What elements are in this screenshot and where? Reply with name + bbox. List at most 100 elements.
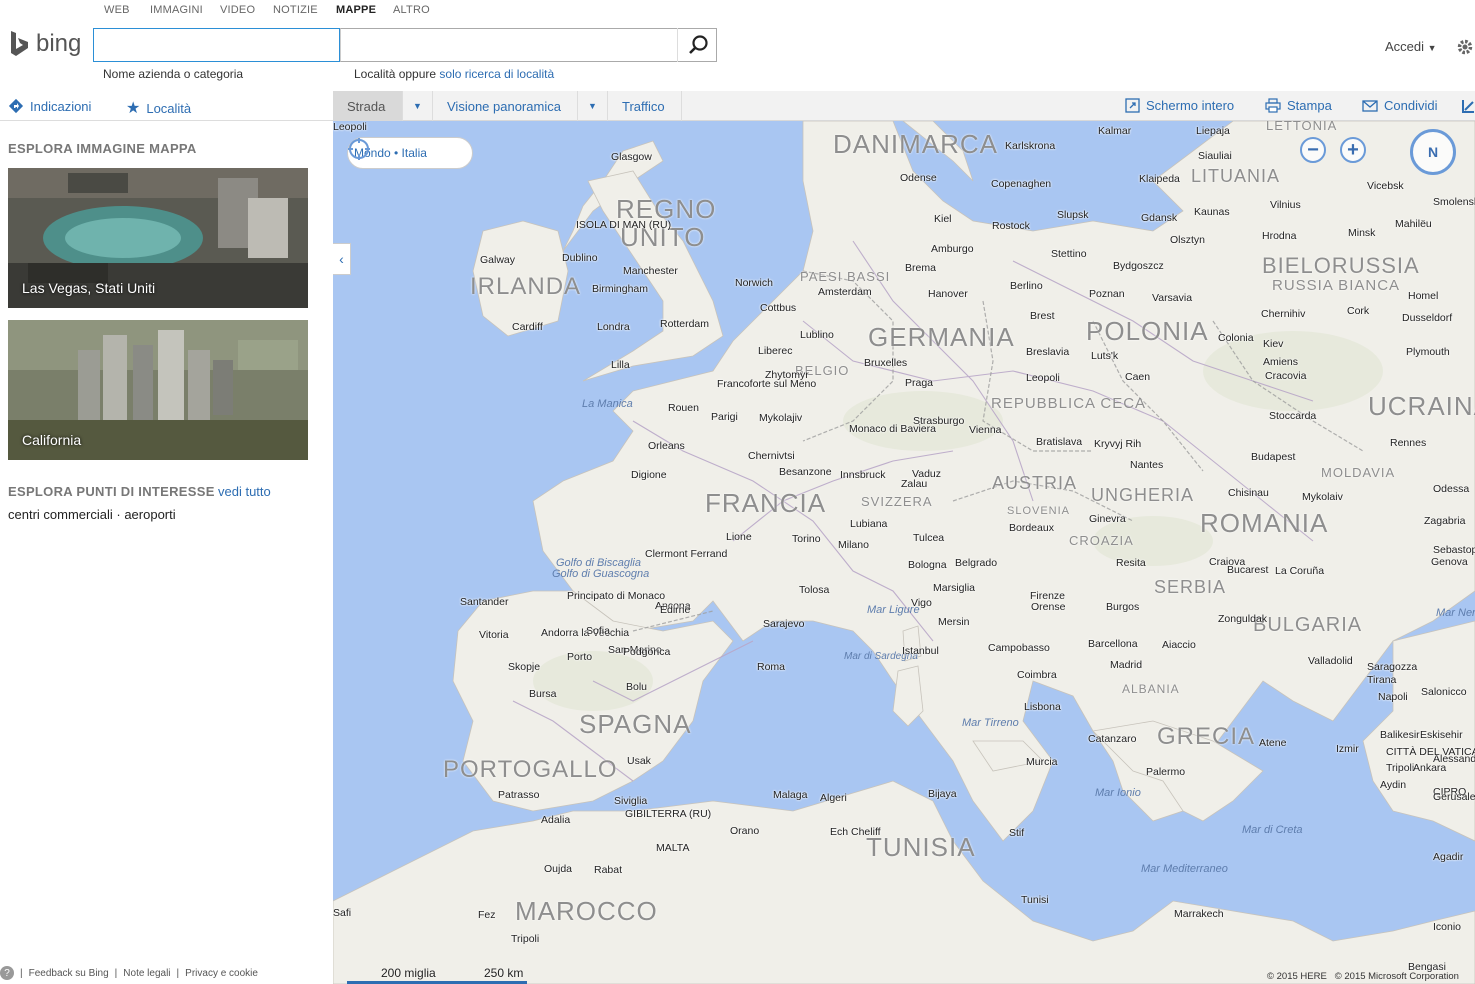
privacy-link[interactable]: Privacy e cookie [185, 968, 258, 979]
sign-in-menu[interactable]: Accedi ▼ [1385, 39, 1437, 54]
city-label: Hrodna [1262, 230, 1297, 242]
country-label: FRANCIA [705, 488, 827, 518]
location-search-hint: Località oppure solo ricerca di località [354, 67, 554, 81]
location-only-search-link[interactable]: solo ricerca di località [439, 67, 554, 81]
scale-km: 250 km [484, 966, 524, 980]
city-label: Bijaya [928, 788, 957, 800]
city-label: La Coruña [1275, 565, 1325, 577]
nav-video[interactable]: VIDEO [220, 4, 255, 16]
city-label: Lublino [800, 329, 834, 341]
city-label: Oujda [544, 863, 573, 875]
nav-maps[interactable]: MAPPE [336, 4, 376, 16]
city-label: Eskisehir [1420, 729, 1463, 741]
birdseye-button[interactable]: Visione panoramica [433, 91, 578, 121]
map-canvas[interactable]: Mondo • Italia − + N DANIMARCA REGNO UNI… [333, 121, 1475, 984]
city-label: Bucarest [1227, 564, 1269, 576]
business-search-input[interactable] [93, 28, 340, 62]
poi-shopping-link[interactable]: centri commerciali [8, 507, 113, 522]
city-label: Clermont Ferrand [645, 548, 728, 560]
city-label: Homel [1408, 290, 1439, 302]
city-label: Milano [838, 539, 869, 551]
traffic-button[interactable]: Traffico [608, 91, 682, 121]
city-label: Barcellona [1088, 638, 1138, 650]
city-label: Porto [567, 651, 593, 663]
scale-miles: 200 miglia [381, 966, 436, 980]
places-button[interactable]: ★ Località [126, 98, 191, 118]
city-label: Marrakech [1174, 908, 1224, 920]
city-label: Stif [1009, 827, 1025, 839]
country-label: ROMANIA [1200, 508, 1329, 538]
country-label: REPUBBLICA CECA [991, 395, 1147, 412]
expand-icon[interactable] [1461, 98, 1475, 114]
feedback-link[interactable]: Feedback su Bing [29, 968, 109, 979]
city-label: Iconio [1433, 921, 1462, 933]
nav-more[interactable]: ALTRO [393, 4, 430, 16]
city-label: Varsavia [1152, 292, 1193, 304]
city-label: Zagabria [1424, 515, 1466, 527]
city-label: Amburgo [931, 243, 974, 255]
city-label: Valladolid [1308, 655, 1353, 667]
bing-logo[interactable]: bing [8, 28, 81, 60]
city-label: Campobasso [988, 642, 1050, 654]
nav-web[interactable]: WEB [104, 4, 130, 16]
country-label: AUSTRIA [992, 473, 1078, 493]
city-label: Odessa [1433, 483, 1470, 495]
city-label: Ginevra [1089, 513, 1126, 525]
zoom-out-button[interactable]: − [1300, 137, 1326, 163]
gear-icon[interactable] [1456, 38, 1474, 56]
sidebar-actions: Indicazioni ★ Località [0, 91, 333, 121]
tile-caption: California [22, 432, 82, 448]
nav-news[interactable]: NOTIZIE [273, 4, 318, 16]
city-label: Brema [905, 262, 936, 274]
city-label: Odense [900, 172, 937, 184]
city-label: Slupsk [1057, 209, 1089, 221]
city-label: Malaga [773, 789, 808, 801]
city-label: Salonicco [1421, 686, 1467, 698]
poi-airports-link[interactable]: aeroporti [124, 507, 175, 522]
brand-name: bing [36, 30, 82, 57]
city-label: Berlino [1010, 280, 1043, 292]
city-label: Gdansk [1141, 212, 1178, 224]
see-all-link[interactable]: vedi tutto [218, 484, 271, 499]
road-view-dropdown[interactable]: ▼ [403, 91, 433, 121]
road-label: Strada [347, 98, 386, 114]
city-label: Torino [792, 533, 821, 545]
city-label: Tirana [1367, 674, 1397, 686]
country-label: BIELORUSSIA [1262, 253, 1420, 278]
city-label: Mahilëu [1395, 218, 1432, 230]
country-label: ALBANIA [1122, 682, 1180, 696]
fullscreen-button[interactable]: Schermo intero [1125, 98, 1234, 113]
sea-label: Mar Ionio [1095, 787, 1141, 799]
nav-images[interactable]: IMMAGINI [150, 4, 203, 16]
chevron-down-icon: ▼ [1427, 43, 1437, 53]
location-breadcrumb[interactable]: Mondo • Italia [347, 137, 473, 169]
image-tile-las-vegas[interactable]: Las Vegas, Stati Uniti [8, 168, 308, 308]
compass-control[interactable]: N [1410, 129, 1456, 175]
sea-label: Mar Mediterraneo [1141, 863, 1228, 875]
city-label: Lione [726, 531, 752, 543]
city-label: Bologna [908, 559, 947, 571]
poi-list: centri commerciali · aeroporti [8, 507, 176, 522]
directions-button[interactable]: Indicazioni [8, 98, 91, 114]
share-button[interactable]: Condividi [1362, 98, 1437, 113]
city-label: Sebastopoli [1433, 544, 1475, 556]
city-label: Dublino [562, 252, 598, 264]
tile-caption: Las Vegas, Stati Uniti [22, 280, 156, 296]
city-label: ISOLA DI MAN (RU) [576, 219, 672, 231]
zoom-in-button[interactable]: + [1340, 137, 1366, 163]
city-label: Praga [905, 377, 934, 389]
legal-link[interactable]: Note legali [123, 968, 170, 979]
city-label: Sarajevo [763, 618, 805, 630]
collapse-sidebar-button[interactable]: ‹ [333, 243, 351, 275]
city-label: GIBILTERRA (RU) [625, 808, 712, 820]
city-label: Aydin [1380, 779, 1407, 791]
image-tile-california[interactable]: California [8, 320, 308, 460]
road-view-button[interactable]: Strada [333, 91, 403, 121]
print-button[interactable]: Stampa [1265, 98, 1332, 113]
city-label: Amiens [1263, 356, 1299, 368]
location-search-input[interactable] [340, 28, 717, 62]
help-icon[interactable]: ? [0, 966, 14, 980]
search-button[interactable] [677, 28, 717, 62]
birdseye-dropdown[interactable]: ▼ [578, 91, 608, 121]
city-label: Zonguldak [1218, 613, 1268, 625]
